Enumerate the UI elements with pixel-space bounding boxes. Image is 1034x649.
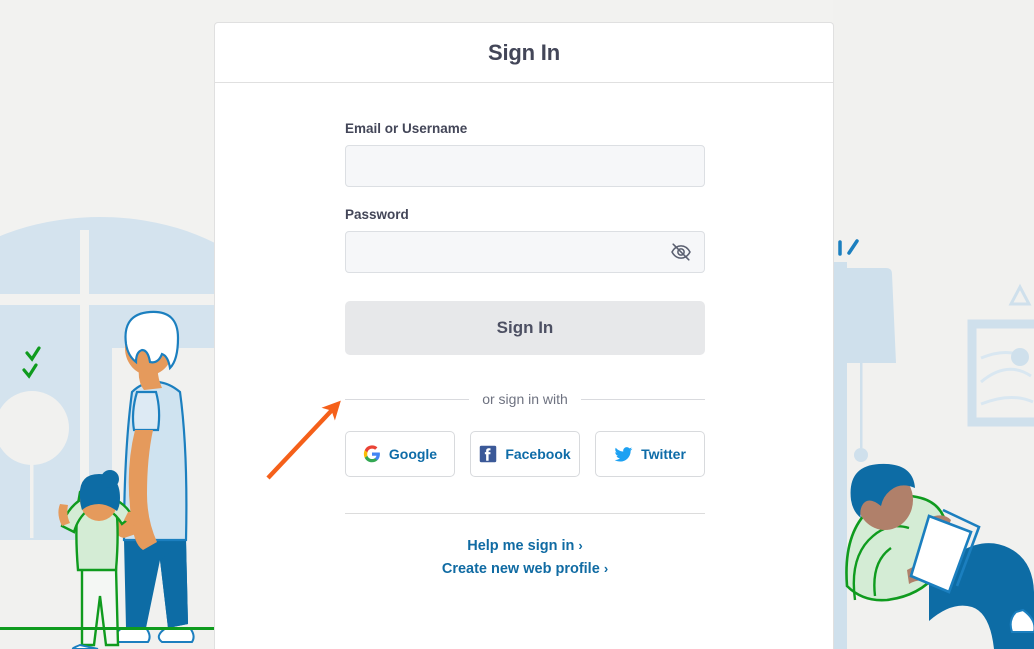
- social-label-twitter: Twitter: [641, 446, 686, 462]
- email-field-group: Email or Username: [345, 121, 705, 187]
- google-icon: [363, 445, 380, 463]
- chevron-right-icon: ›: [578, 538, 583, 553]
- tick-marks-icon: [838, 239, 859, 256]
- eye-off-icon: [671, 243, 691, 261]
- tree-icon: [0, 391, 69, 538]
- social-label-facebook: Facebook: [505, 446, 571, 462]
- signin-with-facebook-button[interactable]: Facebook: [470, 431, 580, 477]
- signin-submit-button[interactable]: Sign In: [345, 301, 705, 355]
- book-icon: [909, 508, 981, 594]
- facebook-icon: [480, 445, 497, 463]
- password-input[interactable]: [345, 231, 705, 273]
- reading-figure: [845, 463, 1034, 649]
- create-new-web-profile-link[interactable]: Create new web profile ›: [345, 561, 705, 577]
- divider-line-left: [345, 398, 470, 400]
- signin-with-twitter-button[interactable]: Twitter: [595, 431, 705, 477]
- lamp-icon: [833, 268, 896, 462]
- twitter-icon: [614, 446, 633, 462]
- create-new-web-profile-label: Create new web profile: [441, 561, 600, 577]
- social-label-google: Google: [388, 446, 438, 462]
- adult-figure: [113, 310, 195, 643]
- ground-line: [0, 627, 215, 630]
- signin-page: Sign In Email or Username Password Sign …: [0, 0, 1034, 649]
- bird-icon: [22, 346, 41, 379]
- right-illustration: [833, 0, 1034, 649]
- password-field-group: Password: [345, 207, 705, 273]
- annotation-arrow: [266, 400, 341, 480]
- window-arch-icon: [0, 217, 215, 540]
- divider-line-right: [580, 398, 705, 400]
- card-header: Sign In: [215, 23, 833, 83]
- child-figure: [58, 470, 140, 649]
- signin-with-google-button[interactable]: Google: [345, 431, 455, 477]
- social-divider: or sign in with: [345, 391, 705, 407]
- social-buttons-row: Google Facebook Twitter: [345, 431, 705, 477]
- page-title: Sign In: [488, 39, 560, 65]
- password-input-wrap: [345, 231, 705, 273]
- card-body: Email or Username Password Sign In or si…: [215, 83, 833, 577]
- toggle-password-visibility-button[interactable]: [669, 240, 693, 264]
- email-label: Email or Username: [345, 121, 468, 136]
- picture-frame-icon: [967, 283, 1034, 427]
- chevron-right-icon: ›: [603, 561, 609, 576]
- footer-links: Help me sign in › Create new web profile…: [345, 538, 705, 577]
- divider-label: or sign in with: [482, 391, 568, 407]
- password-label: Password: [345, 207, 409, 222]
- help-me-sign-in-label: Help me sign in: [467, 538, 575, 554]
- shelf-blocks: [185, 375, 213, 519]
- footer-divider: [345, 513, 705, 514]
- email-input-wrap: [345, 145, 705, 187]
- left-illustration: [0, 0, 215, 649]
- signin-card: Sign In Email or Username Password Sign …: [214, 22, 834, 649]
- email-input[interactable]: [345, 145, 705, 187]
- help-me-sign-in-link[interactable]: Help me sign in ›: [345, 538, 705, 554]
